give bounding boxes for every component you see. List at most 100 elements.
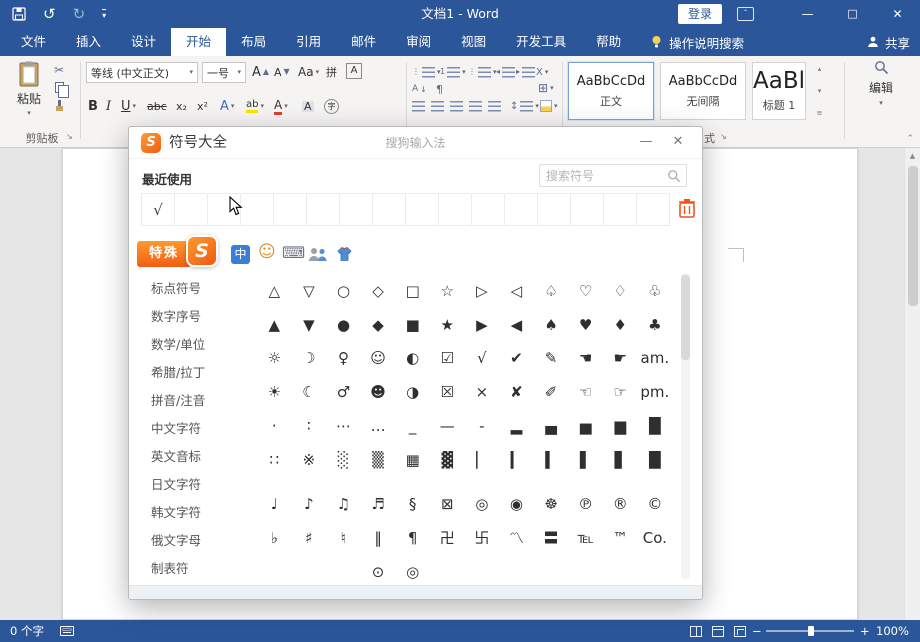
enclose-characters-button[interactable]: 字 xyxy=(324,96,339,116)
redo-icon[interactable]: ↻ xyxy=(73,7,86,22)
numbering-button[interactable]: 1▾ xyxy=(440,62,466,82)
tab-kaomoji-keyboard-icon[interactable]: ⌨ xyxy=(282,242,305,264)
symbol-cell[interactable]: ♡ xyxy=(568,274,603,308)
symbol-cell[interactable]: ® xyxy=(603,487,638,521)
distribute-button[interactable] xyxy=(488,96,501,116)
symbol-cell[interactable]: _ xyxy=(395,409,430,443)
symbol-cell[interactable]: ☽ xyxy=(292,342,327,376)
line-spacing-button[interactable]: ↕ ▾ xyxy=(510,96,539,116)
ribbon-tab[interactable]: 邮件 xyxy=(336,28,391,56)
decrease-indent-button[interactable]: ◂ xyxy=(496,62,515,82)
symbol-cell[interactable]: ▽ xyxy=(292,274,327,308)
symbol-cell[interactable]: am. xyxy=(638,342,673,376)
symbol-cell[interactable]: ✔ xyxy=(499,342,534,376)
dialog-scrollbar-thumb[interactable] xyxy=(681,275,690,360)
symbol-cell[interactable]: ♧ xyxy=(638,274,673,308)
recent-symbol-cell[interactable] xyxy=(406,194,439,225)
show-marks-button[interactable]: ¶ xyxy=(436,79,443,99)
symbol-cell[interactable]: ▆ xyxy=(603,409,638,443)
ribbon-tab[interactable]: 设计 xyxy=(116,28,171,56)
borders-button[interactable]: ⊞ ▾ xyxy=(538,78,554,98)
symbol-category-item[interactable]: 中文字符 xyxy=(137,415,249,443)
ribbon-tab[interactable]: 开始 xyxy=(171,28,226,56)
symbol-cell[interactable]: ☚ xyxy=(568,342,603,376)
symbol-cell[interactable]: 卍 xyxy=(430,521,465,555)
symbol-cell[interactable] xyxy=(603,555,638,589)
ribbon-tab[interactable]: 文件 xyxy=(6,28,61,56)
superscript-button[interactable]: x² xyxy=(197,96,208,116)
tab-contacts-people-icon[interactable] xyxy=(308,247,328,262)
symbol-category-item[interactable]: 希腊/拉丁 xyxy=(137,359,249,387)
symbol-cell[interactable]: ▏ xyxy=(465,443,500,477)
format-painter-icon[interactable] xyxy=(55,100,65,112)
symbol-cell[interactable] xyxy=(257,555,292,589)
symbol-cell[interactable] xyxy=(638,555,673,589)
symbol-cell[interactable]: ◆ xyxy=(361,308,396,342)
symbol-cell[interactable]: ▷ xyxy=(465,274,500,308)
symbol-cell[interactable]: √ xyxy=(465,342,500,376)
recent-symbol-cell[interactable] xyxy=(538,194,571,225)
symbol-category-item[interactable]: 英文音标 xyxy=(137,443,249,471)
symbol-cell[interactable]: © xyxy=(638,487,673,521)
cut-icon[interactable]: ✂ xyxy=(54,64,64,76)
symbol-cell[interactable]: ☼ xyxy=(257,342,292,376)
ribbon-tab[interactable]: 插入 xyxy=(61,28,116,56)
symbol-cell[interactable]: ♯ xyxy=(292,521,327,555)
ribbon-tab[interactable]: 帮助 xyxy=(581,28,636,56)
symbol-cell[interactable]: ▓ xyxy=(430,443,465,477)
symbol-cell[interactable]: — xyxy=(430,409,465,443)
symbol-cell[interactable]: ▒ xyxy=(361,443,396,477)
tab-chinese-symbols[interactable]: 中 xyxy=(231,245,250,264)
grow-font-button[interactable]: A▲ xyxy=(252,62,269,82)
web-layout-view-icon[interactable] xyxy=(734,626,746,637)
symbol-cell[interactable] xyxy=(430,555,465,589)
gallery-up-icon[interactable]: ▴ xyxy=(818,65,822,73)
symbol-cell[interactable]: ℗ xyxy=(568,487,603,521)
symbol-cell[interactable]: ☞ xyxy=(603,375,638,409)
symbol-cell[interactable]: × xyxy=(465,375,500,409)
symbol-cell[interactable]: ◉ xyxy=(499,487,534,521)
symbol-cell[interactable]: … xyxy=(361,409,396,443)
symbol-category-item[interactable]: 韩文字符 xyxy=(137,499,249,527)
symbol-cell[interactable]: ☺ xyxy=(361,342,396,376)
recent-symbol-cell[interactable] xyxy=(373,194,406,225)
gallery-more-icon[interactable]: ≡ xyxy=(817,109,823,117)
symbol-cell[interactable]: ▌ xyxy=(568,443,603,477)
styles-gallery-scroll[interactable]: ▴ ▾ ≡ xyxy=(812,62,827,120)
increase-indent-button[interactable]: ▸ xyxy=(516,62,535,82)
symbol-cell[interactable]: ♥ xyxy=(568,308,603,342)
symbol-category-item[interactable]: 俄文字母 xyxy=(137,527,249,555)
symbol-cell[interactable]: ○ xyxy=(326,274,361,308)
clear-recent-trash-icon[interactable] xyxy=(678,198,696,218)
phonetic-guide-button[interactable]: 拼 xyxy=(326,62,337,82)
symbol-cell[interactable]: ▅ xyxy=(568,409,603,443)
symbol-cell[interactable]: ★ xyxy=(430,308,465,342)
symbol-cell[interactable]: ▄ xyxy=(534,409,569,443)
symbol-search-input[interactable] xyxy=(546,165,664,186)
scrollbar-thumb[interactable] xyxy=(908,166,918,306)
zoom-out-button[interactable]: − xyxy=(752,620,762,642)
symbol-cell[interactable]: ◀ xyxy=(499,308,534,342)
symbol-cell[interactable]: Co. xyxy=(638,521,673,555)
dialog-minimize-button[interactable]: — xyxy=(634,127,658,157)
document-scrollbar[interactable]: ▲ xyxy=(904,148,920,620)
symbol-cell[interactable]: ◑ xyxy=(395,375,430,409)
underline-button[interactable]: U ▾ xyxy=(121,96,136,116)
symbol-cell[interactable]: ♣ xyxy=(638,308,673,342)
share-button[interactable]: 共享 xyxy=(866,28,910,56)
symbol-cell[interactable]: ♀ xyxy=(326,342,361,376)
symbol-cell[interactable]: ☻ xyxy=(361,375,396,409)
symbol-cell[interactable] xyxy=(326,555,361,589)
style-card[interactable]: AaBbCcDd 无间隔 xyxy=(660,62,746,120)
symbol-cell[interactable]: ● xyxy=(326,308,361,342)
symbol-search-box[interactable] xyxy=(539,164,687,187)
zoom-slider[interactable] xyxy=(766,630,854,632)
dialog-scrollbar[interactable] xyxy=(681,273,690,579)
symbol-cell[interactable]: ✐ xyxy=(534,375,569,409)
ribbon-tab[interactable]: 开发工具 xyxy=(501,28,581,56)
symbol-cell[interactable]: ∷ xyxy=(257,443,292,477)
style-card[interactable]: AaBbCcDd 正文 xyxy=(568,62,654,120)
read-mode-view-icon[interactable] xyxy=(690,626,702,637)
symbol-cell[interactable]: ☸ xyxy=(534,487,569,521)
symbol-category-item[interactable]: 标点符号 xyxy=(137,275,249,303)
